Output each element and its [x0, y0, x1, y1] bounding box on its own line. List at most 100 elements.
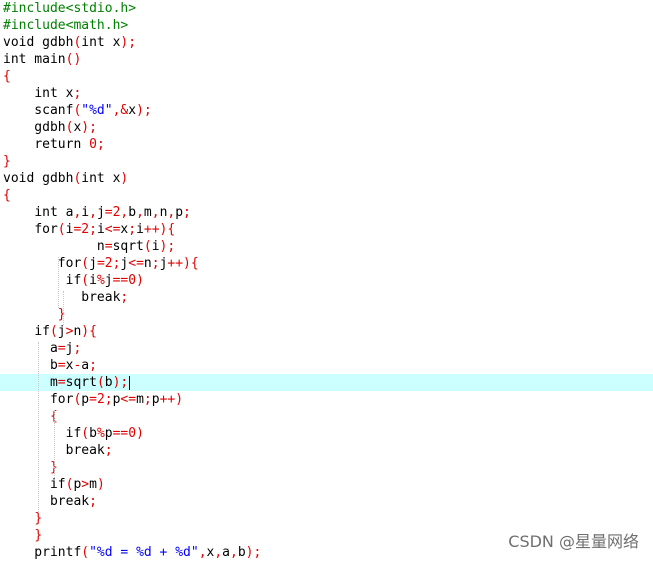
code-line[interactable]: break; [0, 493, 653, 510]
code-token: = [104, 205, 113, 220]
code-token: , [136, 205, 144, 220]
code-line[interactable]: if(b%p==0) [0, 425, 653, 442]
code-token: x [104, 171, 121, 186]
code-token: for [57, 256, 82, 271]
code-token: ); [136, 103, 152, 118]
code-token: ; [89, 494, 97, 509]
code-token: ); [245, 545, 262, 560]
code-token: p [151, 392, 160, 407]
code-line[interactable]: { [0, 408, 653, 425]
code-line[interactable]: return 0; [0, 136, 653, 153]
code-token: , [89, 205, 97, 220]
code-token: i [96, 222, 105, 237]
code-token: j [104, 273, 113, 288]
code-line[interactable]: void gdbh(int x); [0, 34, 653, 51]
code-token: ; [128, 222, 137, 237]
code-token: ( [143, 239, 152, 254]
code-token: ); [159, 239, 176, 254]
code-token: 2 [104, 256, 113, 271]
code-token: ( [96, 375, 105, 390]
code-line[interactable]: } [0, 510, 653, 527]
code-token: <= [104, 222, 121, 237]
code-line[interactable]: break; [0, 442, 653, 459]
code-token: , [230, 545, 238, 560]
code-line[interactable]: { [0, 187, 653, 204]
code-token: j [89, 256, 97, 271]
code-editor[interactable]: #include<stdio.h> #include<math.h> void gd… [0, 0, 653, 560]
code-token: = [57, 375, 66, 390]
code-line[interactable]: #include<stdio.h> [0, 0, 653, 17]
csdn-watermark: CSDN @星量网络 [508, 532, 639, 551]
code-line[interactable]: } [0, 459, 653, 476]
code-line[interactable]: } [0, 153, 653, 170]
code-token: 2 [81, 222, 90, 237]
code-token: printf [3, 545, 82, 560]
code-token: b [89, 426, 97, 441]
code-line[interactable]: scanf("%d",&x); [0, 102, 653, 119]
code-token: ; [183, 205, 191, 220]
code-line[interactable]: int x; [0, 85, 653, 102]
code-token: == [112, 426, 129, 441]
code-line[interactable]: for(i=2;i<=x;i++){ [0, 221, 653, 238]
code-token: m [3, 375, 58, 390]
code-token: int [34, 86, 58, 101]
code-line[interactable]: break; [0, 289, 653, 306]
code-token: i [151, 239, 160, 254]
code-token: m [136, 392, 144, 407]
code-token: b [128, 205, 137, 220]
code-line[interactable]: int main() [0, 51, 653, 68]
code-line[interactable]: #include<math.h> [0, 17, 653, 34]
code-token: if [65, 426, 82, 441]
code-token: a [81, 358, 90, 373]
code-token: #include<math.h> [3, 18, 129, 33]
code-token: if [34, 324, 50, 339]
code-token: { [3, 188, 11, 203]
code-token: int [34, 205, 58, 220]
code-token: == [112, 273, 129, 288]
code-token: } [57, 307, 66, 322]
code-token: p [104, 426, 113, 441]
code-token: ,& [112, 103, 129, 118]
code-token: <= [120, 392, 137, 407]
code-line[interactable]: { [0, 68, 653, 85]
code-token: > [81, 477, 90, 492]
code-token: ( [81, 426, 90, 441]
code-line[interactable]: n=sqrt(i); [0, 238, 653, 255]
code-token: = [104, 239, 113, 254]
code-token: x [104, 35, 121, 50]
code-line[interactable]: if(i%j==0) [0, 272, 653, 289]
code-line[interactable]: a=j; [0, 340, 653, 357]
code-token: ( [49, 324, 58, 339]
code-line[interactable]: int a,i,j=2,b,m,n,p; [0, 204, 653, 221]
code-token: ( [81, 545, 90, 560]
code-token: ( [57, 222, 66, 237]
code-token: ) [120, 171, 129, 186]
code-line[interactable]: m=sqrt(b); [0, 374, 653, 391]
code-token: gdbh [34, 171, 74, 186]
code-token: b [104, 375, 113, 390]
code-line[interactable]: } [0, 306, 653, 323]
code-token: b [237, 545, 246, 560]
code-token: , [214, 545, 223, 560]
code-token: sqrt [112, 239, 144, 254]
code-line[interactable]: void gdbh(int x) [0, 170, 653, 187]
code-line[interactable]: if(p>m) [0, 476, 653, 493]
code-line[interactable]: for(j=2;j<=n;j++){ [0, 255, 653, 272]
code-line[interactable]: for(p=2;p<=m;p++) [0, 391, 653, 408]
code-token: i [136, 222, 144, 237]
code-line[interactable]: b=x-a; [0, 357, 653, 374]
code-token: % [96, 273, 105, 288]
code-line[interactable]: gdbh(x); [0, 119, 653, 136]
code-line[interactable]: if(j>n){ [0, 323, 653, 340]
code-token: 2 [96, 392, 105, 407]
